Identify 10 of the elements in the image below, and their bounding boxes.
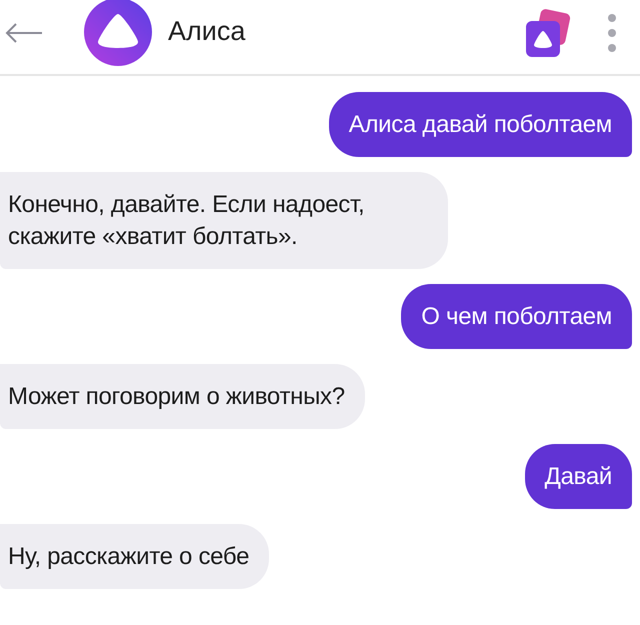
user-message: Давай (524, 444, 632, 509)
chat-title: Алиса (168, 16, 246, 46)
assistant-message: Может поговорим о животных? (0, 364, 365, 429)
user-message: Алиса давай поболтаем (328, 92, 632, 157)
more-icon[interactable] (606, 13, 618, 53)
assistant-message: Конечно, давайте. Если надоест, скажите «хватит болтать». (0, 172, 448, 269)
user-message: О чем поболтаем (401, 284, 632, 349)
assistant-logo-icon (84, 0, 152, 66)
back-arrow-icon[interactable] (4, 21, 44, 45)
assistant-message: Ну, расскажите о себе (0, 524, 270, 589)
